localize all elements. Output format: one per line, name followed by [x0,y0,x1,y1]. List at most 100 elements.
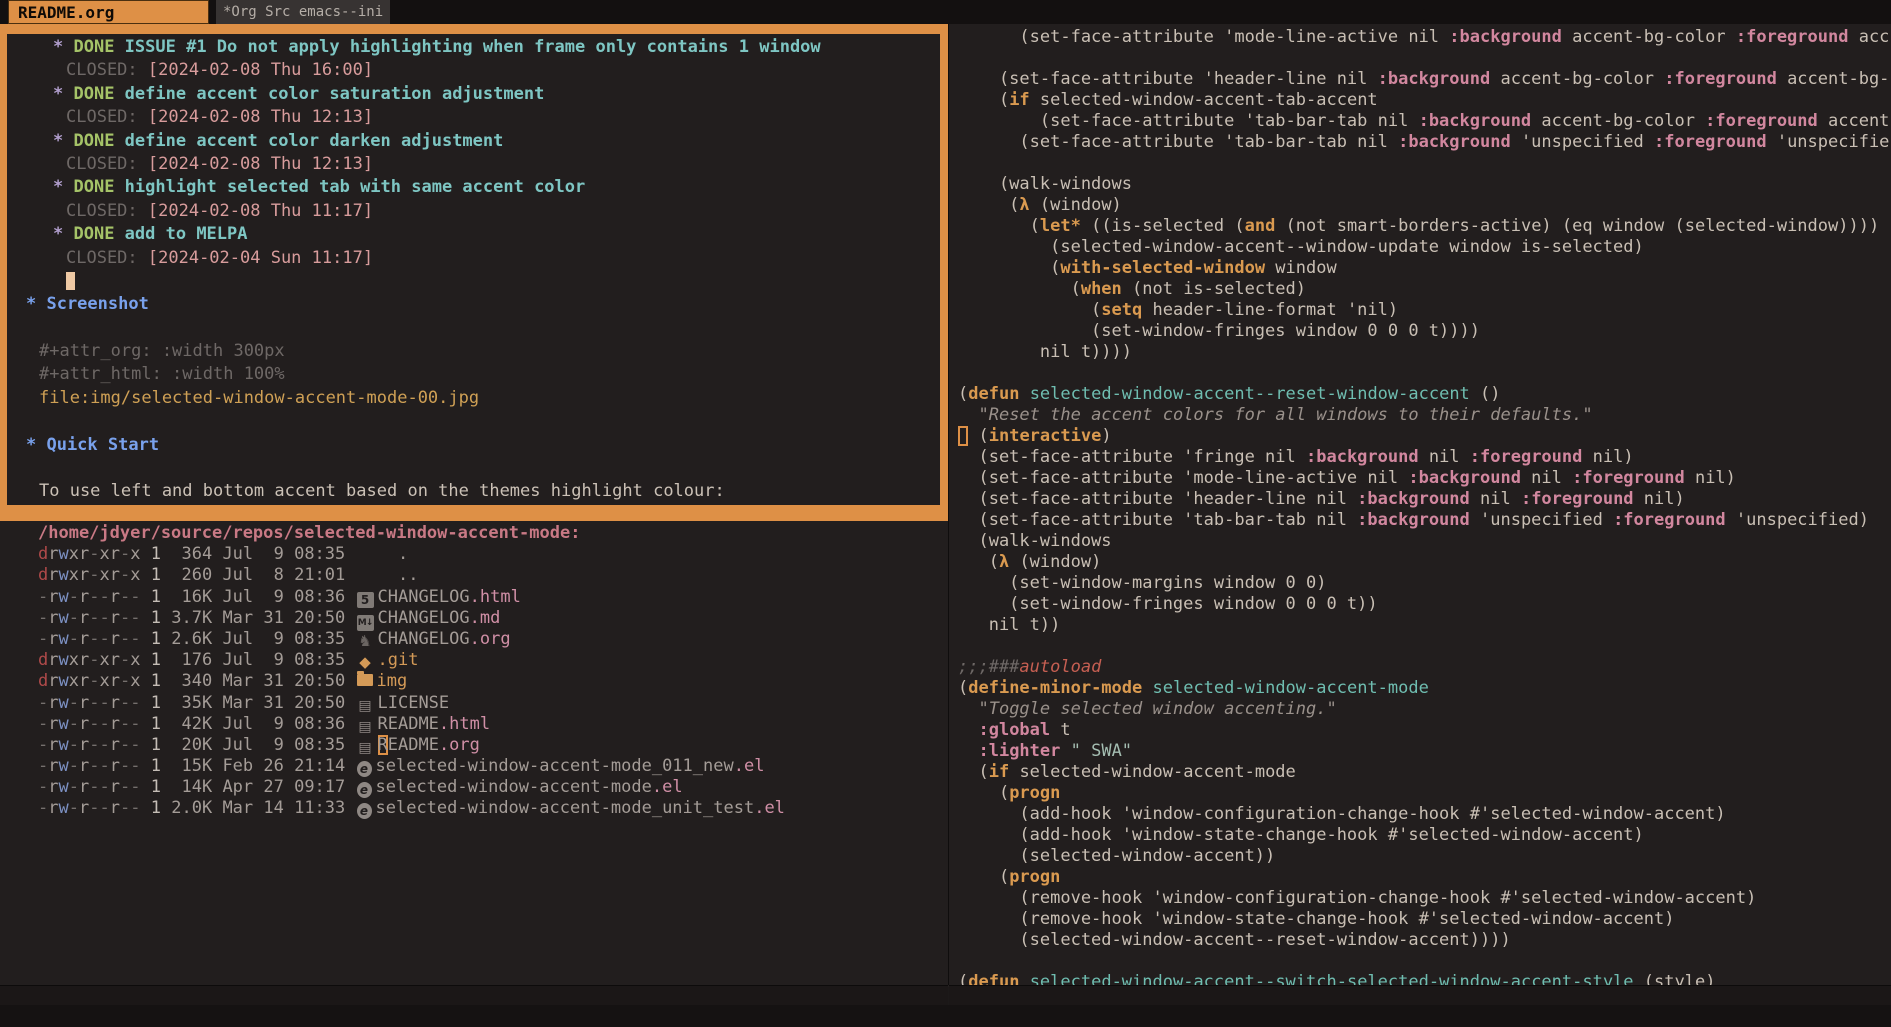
code-text: nil t)))) [958,342,1132,362]
org-line-meta: #+attr_html: :width 100% [7,363,940,386]
code-text: ( [958,216,1040,236]
permission-char: x [130,565,140,585]
code-line [958,951,1891,972]
permission-char: d [38,650,48,670]
closed-label: CLOSED: [66,201,148,221]
comment: ;;;### [958,657,1019,677]
keyword: setq [1101,300,1142,320]
builtin-keyword: :foreground [1521,489,1634,509]
dired-row[interactable]: drwxr-xr-x 1 364 Jul 9 08:35 . [38,544,986,565]
dired-row[interactable]: -rw-r--r-- 1 42K Jul 9 08:36 ▤README.htm… [38,714,986,735]
dired-row[interactable]: drwxr-xr-x 1 260 Jul 8 21:01 .. [38,565,986,586]
text-segment [141,671,151,691]
closed-timestamp: [2024-02-08 Thu 16:00] [148,60,373,80]
code-line: (walk-windows [958,174,1891,195]
link-count: 1 [151,544,161,564]
permission-char: - [100,735,110,755]
permission-char: r [48,544,58,564]
org-buffer-window[interactable]: * DONE ISSUE #1 Do not apply highlightin… [7,34,940,507]
code-text: (set-window-fringes window 0 0 0 t)))) [958,321,1480,341]
dired-row[interactable]: -rw-r--r-- 1 16K Jul 9 08:36 5CHANGELOG.… [38,587,986,608]
file-date: Mar 31 20:50 [212,693,355,713]
dired-row[interactable]: -rw-r--r-- 1 2.6K Jul 9 08:35 ♞CHANGELOG… [38,629,986,650]
echo-area[interactable] [0,1005,1891,1027]
code-line: ;;;###autoload [958,657,1891,678]
keyword: defun [968,384,1019,404]
code-text: (set-face-attribute 'tab-bar-tab nil [958,111,1419,131]
tab-readme-org[interactable]: README.org [8,0,209,24]
dired-row[interactable]: drwxr-xr-x 1 176 Jul 9 08:35 ◆.git [38,650,986,671]
tab-org-src[interactable]: *Org Src emacs--ini [216,0,390,24]
file-name: selected-window-accent-mode_unit_test [376,798,755,818]
org-line-body: To use left and bottom accent based on t… [7,480,940,503]
file-name: CHANGELOG [378,587,470,607]
dired-row[interactable]: -rw-r--r-- 1 35K Mar 31 20:50 ▤LICENSE [38,693,986,714]
link-count: 1 [151,798,161,818]
code-text: header-line-format 'nil) [1142,300,1398,320]
closed-label: CLOSED: [66,60,148,80]
permission-char: - [38,629,48,649]
text-segment [141,608,151,628]
headline-text: define accent color darken adjustment [125,131,504,151]
permission-char: r [79,544,89,564]
permission-char: w [59,756,69,776]
permission-char: x [130,544,140,564]
dired-row[interactable]: -rw-r--r-- 1 2.0K Mar 14 11:33 eselected… [38,798,986,819]
permission-char: - [69,629,79,649]
code-text: ( [958,195,1019,215]
blank-line [958,636,968,656]
text-segment [161,629,171,649]
org-meta-line: #+attr_org: :width 300px [39,341,285,361]
org-meta-line: #+attr_html: :width 100% [39,364,285,384]
code-line: (defun selected-window-accent--reset-win… [958,384,1891,405]
permission-char: - [100,756,110,776]
text-segment [161,608,171,628]
permission-char: r [48,693,58,713]
permission-char: x [100,544,110,564]
file-extension: .el [652,777,683,797]
builtin-keyword: :background [1419,111,1532,131]
code-text: (set-window-fringes window 0 0 0 t)) [958,594,1378,614]
code-text [958,699,978,719]
permission-char: - [120,671,130,691]
permission-char: r [48,798,58,818]
code-text: nil) [1634,489,1685,509]
code-text: (set-face-attribute 'header-line nil [958,69,1378,89]
dired-row[interactable]: -rw-r--r-- 1 3.7K Mar 31 20:50 M↓CHANGEL… [38,608,986,629]
code-text: ((is-selected ( [1081,216,1245,236]
permission-char: - [120,544,130,564]
dired-row[interactable]: drwxr-xr-x 1 340 Mar 31 20:50 img [38,671,986,692]
permission-char: - [89,608,99,628]
code-text: t [1050,720,1070,740]
folder-icon [357,674,373,686]
permission-char: r [48,735,58,755]
elisp-buffer-window[interactable]: (set-face-attribute 'mode-line-active ni… [949,24,1891,988]
closed-timestamp: [2024-02-08 Thu 11:17] [148,201,373,221]
file-size: 176 [171,650,212,670]
code-text: (set-face-attribute 'tab-bar-tab nil [958,510,1357,530]
permission-char: d [38,544,48,564]
dired-row[interactable]: -rw-r--r-- 1 14K Apr 27 09:17 eselected-… [38,777,986,798]
builtin-keyword: :foreground [1470,447,1583,467]
dired-row[interactable]: -rw-r--r-- 1 20K Jul 9 08:35 ▤README.org [38,735,986,756]
closed-timestamp: [2024-02-08 Thu 12:13] [148,107,373,127]
permission-char: r [79,798,89,818]
permission-char: - [38,798,48,818]
code-text: ( [958,258,1060,278]
dired-row[interactable]: -rw-r--r-- 1 15K Feb 26 21:14 eselected-… [38,756,986,777]
dired-buffer-window[interactable]: /home/jdyer/source/repos/selected-window… [0,521,986,987]
code-line: "Toggle selected window accenting." [958,699,1891,720]
code-line: :global t [958,720,1891,741]
code-text: ( [958,678,968,698]
autoload-comment: autoload [1019,657,1101,677]
none-icon [357,545,374,561]
code-text: (set-face-attribute 'tab-bar-tab nil [958,132,1398,152]
org-line-todo: * DONE ISSUE #1 Do not apply highlightin… [7,36,940,59]
file-date: Apr 27 09:17 [212,777,355,797]
text-segment [161,671,171,691]
link-count: 1 [151,565,161,585]
permission-char: w [59,629,69,649]
closed-label: CLOSED: [66,107,148,127]
code-line: (when (not is-selected) [958,279,1891,300]
emacs-frame: README.org *Org Src emacs--ini * DONE IS… [0,0,1891,1027]
